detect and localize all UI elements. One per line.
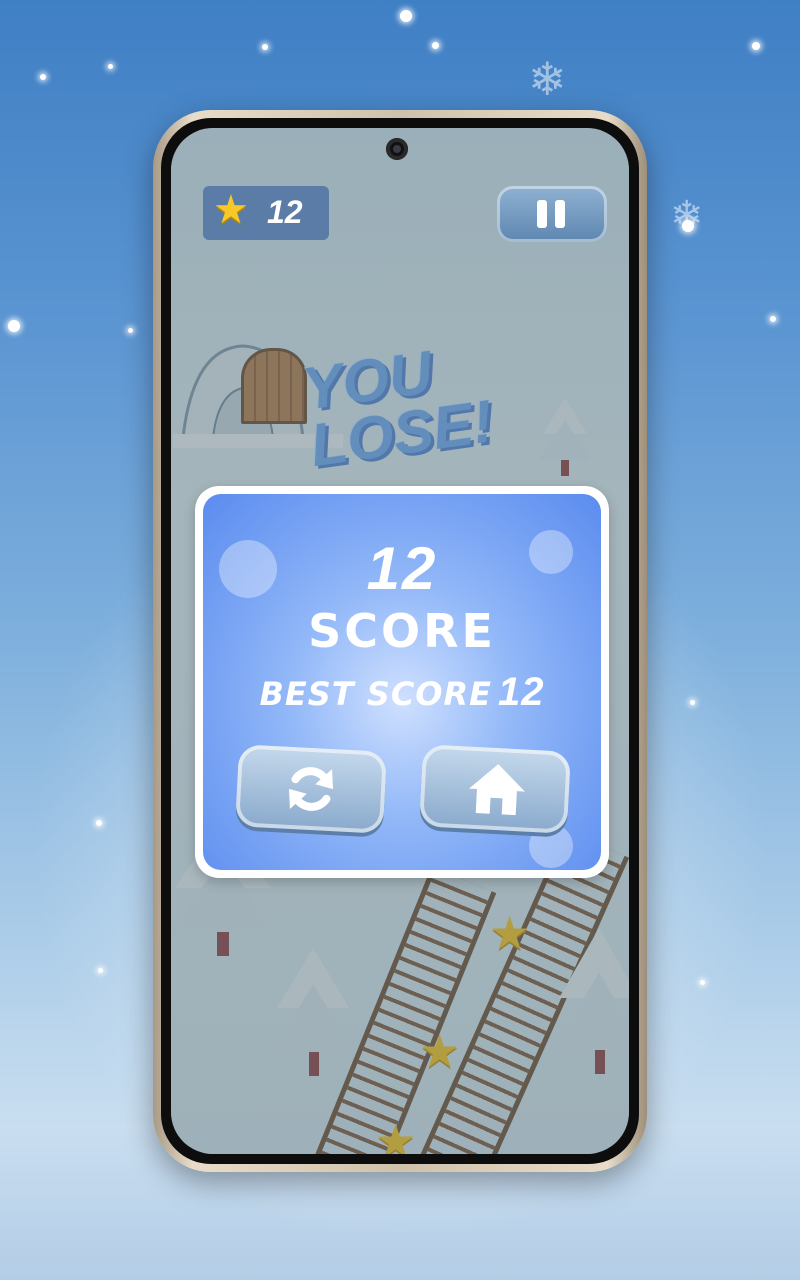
sparkle [262, 44, 268, 50]
sparkle [770, 316, 776, 322]
snowflake-icon: ❄ [528, 52, 567, 106]
sparkle [432, 42, 439, 49]
star-counter: ★ 12 [203, 186, 329, 240]
restart-button[interactable] [234, 744, 388, 834]
home-button[interactable] [418, 744, 572, 834]
sparkle [40, 74, 46, 80]
best-score-row: BEST SCORE 12 [203, 670, 601, 715]
pause-button[interactable] [497, 186, 607, 242]
restart-icon [288, 767, 334, 811]
score-value: 12 [366, 535, 438, 602]
sparkle [96, 820, 102, 826]
sparkle [700, 980, 705, 985]
home-icon [468, 764, 525, 816]
sparkle [752, 42, 760, 50]
snowflake-icon: ❄ [670, 193, 704, 239]
sparkle [690, 700, 695, 705]
best-score-value: 12 [498, 670, 545, 714]
pause-icon-bar [555, 200, 565, 228]
result-panel: 12 SCORE BEST SCORE 12 [195, 486, 609, 878]
pause-icon [537, 200, 547, 228]
front-camera [386, 138, 408, 160]
star-count: 12 [267, 194, 303, 230]
star-icon: ★ [213, 187, 249, 233]
result-panel-body: 12 SCORE BEST SCORE 12 [203, 494, 601, 870]
sparkle [108, 64, 113, 69]
sparkle [400, 10, 412, 22]
sparkle [98, 968, 103, 973]
score-label: SCORE [308, 604, 496, 658]
best-score-label: BEST SCORE [259, 675, 492, 713]
sparkle [8, 320, 20, 332]
sparkle [128, 328, 133, 333]
